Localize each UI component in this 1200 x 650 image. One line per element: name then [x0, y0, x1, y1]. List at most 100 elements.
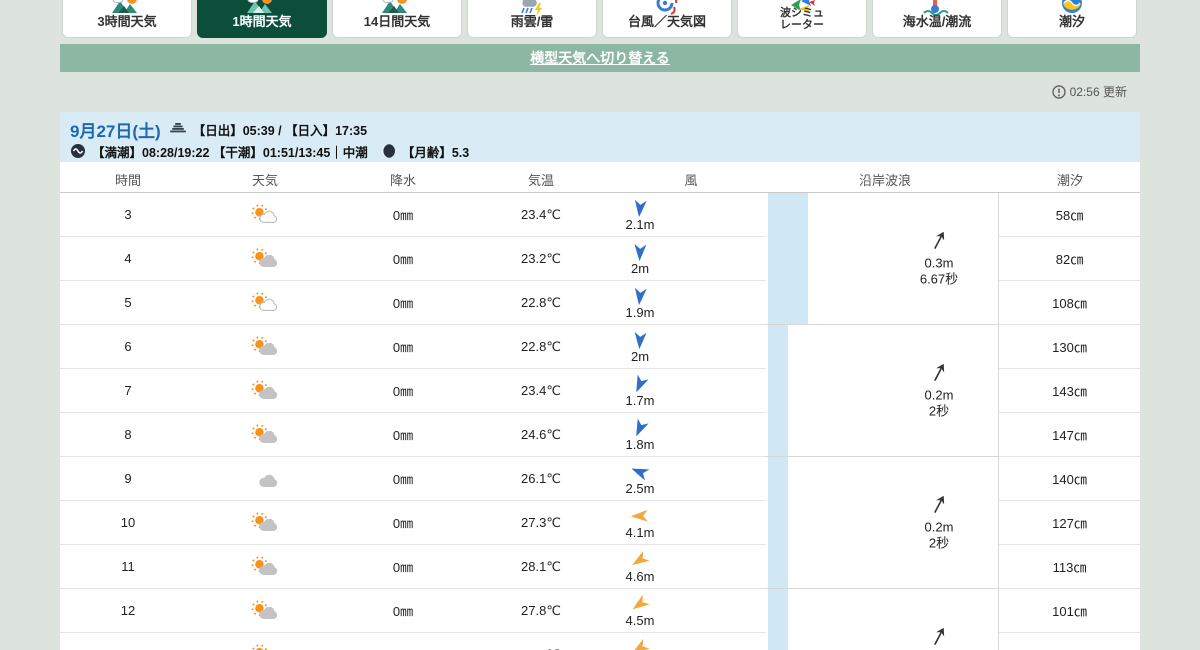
tab-label: 潮汐	[1008, 15, 1136, 30]
tab-typhoon[interactable]: 台風／天気図	[602, 0, 732, 38]
tab-label: 1時間天気	[198, 15, 326, 30]
wind-speed: 1.8m	[626, 438, 655, 451]
precip-value: 0㎜	[334, 293, 472, 312]
wave-group: 0.2m 2秒	[766, 589, 998, 650]
wave-group: 0.2m 2秒	[766, 457, 998, 589]
hour-label: 11	[60, 559, 196, 574]
precip-value: 0㎜	[334, 557, 472, 576]
table-row: 7 0㎜ 23.4℃ 1.7m	[60, 369, 766, 413]
precip-value: 0㎜	[334, 645, 472, 650]
tide-value: 101㎝	[998, 589, 1140, 633]
precip-value: 0㎜	[334, 601, 472, 620]
wave-height-bar	[768, 457, 788, 588]
tab-tide[interactable]: 潮汐	[1007, 0, 1137, 38]
wind-speed: 2m	[631, 350, 649, 363]
wave-height-bar	[768, 325, 788, 456]
forecast-tab-bar: 3時間天気 1時間天気 14日間天気	[62, 0, 1142, 38]
wind-cell: 1.8m	[562, 418, 718, 451]
tab-radar[interactable]: 雨雲/雷	[467, 0, 597, 38]
tab-3hour[interactable]: 3時間天気	[62, 0, 192, 38]
tab-label: 波シミュ レーター	[738, 7, 866, 32]
tide-value: 143㎝	[998, 369, 1140, 413]
weather-icon	[249, 599, 281, 623]
wave-info: 0.2m 2秒	[879, 493, 999, 552]
hour-label: 10	[60, 515, 196, 530]
tab-sea-temp[interactable]: 海水温/潮流	[872, 0, 1002, 38]
wind-cell: 2m	[562, 330, 718, 363]
weather-icon	[249, 423, 281, 447]
wind-speed: 2m	[631, 262, 649, 275]
weather-icon	[249, 379, 281, 403]
hour-label: 12	[60, 603, 196, 618]
wind-cell: 4.4m	[562, 638, 718, 650]
tab-14day[interactable]: 14日間天気	[332, 0, 462, 38]
header-wave: 沿岸波浪	[859, 170, 911, 189]
wave-info: 0.2m 2秒	[879, 625, 999, 650]
wind-speed: 4.6m	[626, 570, 655, 583]
header-time: 時間	[115, 170, 141, 189]
hour-label: 3	[60, 207, 196, 222]
table-header-row: 時間 天気 降水 気温 風 沿岸波浪 潮汐	[60, 162, 1140, 193]
wind-speed: 2.1m	[626, 218, 655, 231]
update-time: 02:56 更新	[1052, 83, 1127, 100]
weather-page: 3時間天気 1時間天気 14日間天気	[0, 0, 1200, 650]
wave-height: 0.2m	[879, 519, 999, 535]
wind-speed: 4.1m	[626, 526, 655, 539]
tab-label: 14日間天気	[333, 15, 461, 30]
wave-height-bar	[768, 589, 788, 650]
precip-value: 0㎜	[334, 425, 472, 444]
hour-label: 5	[60, 295, 196, 310]
table-row: 12 0㎜ 27.8℃ 4.5m	[60, 589, 766, 633]
tide-value: 108㎝	[998, 281, 1140, 325]
wind-cell: 4.5m	[562, 594, 718, 627]
moon-phase-icon	[380, 143, 396, 159]
tab-label: 台風／天気図	[603, 15, 731, 30]
forecast-rows: 3 0㎜ 23.4℃ 2.1m 4 0㎜ 23.2℃ 2m 5 0㎜ 22.8℃…	[60, 193, 766, 650]
weather-icon	[249, 247, 281, 271]
tide-value: 58㎝	[998, 193, 1140, 237]
wind-speed: 1.9m	[626, 306, 655, 319]
weather-icon	[249, 203, 281, 227]
moon-age-label: 【月齢】5.3	[402, 142, 469, 161]
hour-label: 6	[60, 339, 196, 354]
tide-wave-icon	[70, 143, 86, 159]
date-label: 9月27日(土)	[70, 117, 161, 142]
weather-icon	[249, 511, 281, 535]
wave-group: 0.3m 6.67秒	[766, 193, 998, 325]
sunrise-sunset-label: 【日出】05:39 / 【日入】17:35	[193, 120, 367, 139]
wave-direction-arrow	[925, 622, 953, 650]
precip-value: 0㎜	[334, 513, 472, 532]
switch-to-horizontal-link[interactable]: 横型天気へ切り替える	[530, 48, 670, 68]
wind-speed: 1.7m	[626, 394, 655, 407]
tab-wave-simulator[interactable]: 波シミュ レーター	[737, 0, 867, 38]
layout-switch-banner: 横型天気へ切り替える	[60, 44, 1140, 72]
wind-speed: 2.5m	[626, 482, 655, 495]
wave-period: 2秒	[879, 536, 999, 552]
header-wind: 風	[684, 170, 697, 189]
table-row: 11 0㎜ 28.1℃ 4.6m	[60, 545, 766, 589]
wind-direction-arrow	[630, 198, 650, 218]
wave-info: 0.3m 6.67秒	[879, 229, 999, 288]
wave-height: 0.2m	[879, 387, 999, 403]
precip-value: 0㎜	[334, 381, 472, 400]
wind-direction-arrow	[630, 242, 650, 262]
header-weather: 天気	[252, 170, 278, 189]
precip-value: 0㎜	[334, 469, 472, 488]
hour-label: 9	[60, 471, 196, 486]
table-row: 3 0㎜ 23.4℃ 2.1m	[60, 193, 766, 237]
hour-label: 7	[60, 383, 196, 398]
precip-value: 0㎜	[334, 337, 472, 356]
update-info-icon	[1052, 85, 1066, 99]
table-row: 13 0㎜ 28.4℃ 4.4m	[60, 633, 766, 650]
date-header: 9月27日(土) 【日出】05:39 / 【日入】17:35 【満潮】08:28…	[60, 112, 1140, 162]
wave-direction-arrow	[925, 226, 953, 255]
weather-icon	[249, 335, 281, 359]
tide-column: 58㎝ 82㎝ 108㎝ 130㎝ 143㎝ 147㎝ 140㎝ 127㎝ 11…	[998, 193, 1140, 650]
wave-period: 6.67秒	[879, 272, 999, 288]
wind-cell: 1.7m	[562, 374, 718, 407]
table-row: 5 0㎜ 22.8℃ 1.9m	[60, 281, 766, 325]
wind-cell: 2.5m	[562, 462, 718, 495]
tab-1hour[interactable]: 1時間天気	[197, 0, 327, 38]
wind-direction-arrow	[630, 418, 650, 438]
tide-times-label: 【満潮】08:28/19:22 【干潮】01:51/13:45｜中潮	[92, 142, 368, 161]
